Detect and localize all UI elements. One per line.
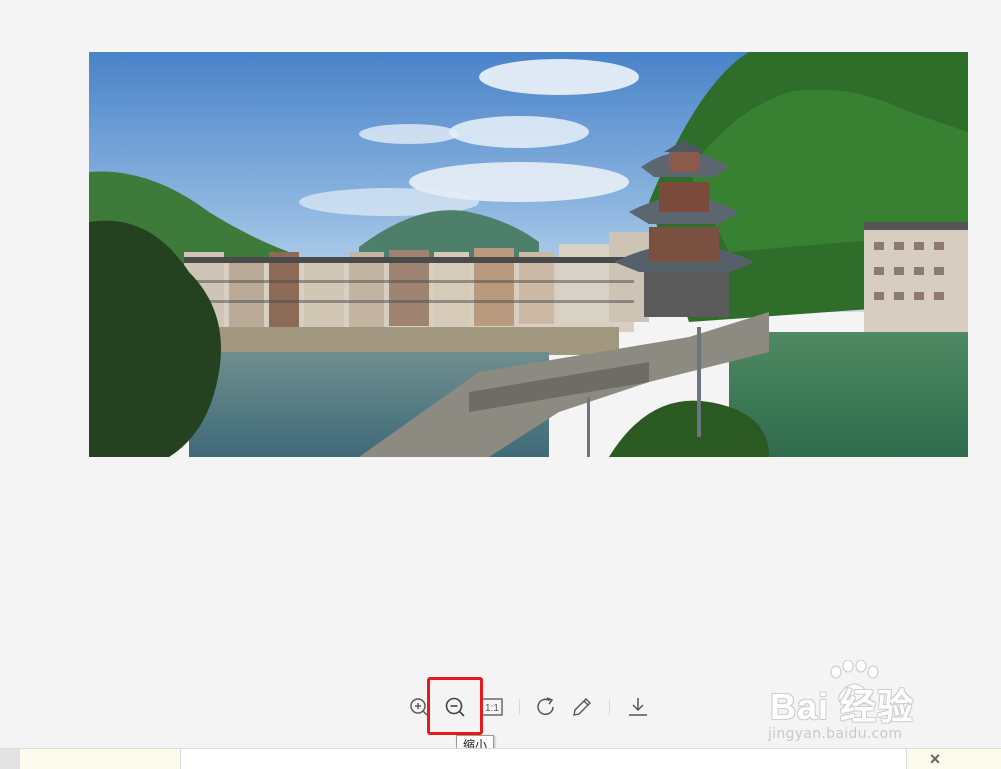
actual-size-button[interactable]: 1:1 xyxy=(475,690,509,724)
pencil-icon xyxy=(573,698,591,716)
photo-scene xyxy=(89,52,968,457)
one-to-one-icon: 1:1 xyxy=(481,698,503,716)
rotate-clockwise-icon xyxy=(537,697,554,716)
bottom-bar: × xyxy=(0,748,1001,769)
bottom-bar-input[interactable] xyxy=(181,749,907,769)
rotate-button[interactable] xyxy=(529,690,563,724)
download-button[interactable] xyxy=(621,690,655,724)
photo xyxy=(89,52,968,457)
image-viewer: 1:1 缩小 Bai 经验 jingyan.baidu.com × xyxy=(0,0,1001,769)
close-icon[interactable]: × xyxy=(925,750,945,768)
baidu-jingyan-watermark: Bai 经验 jingyan.baidu.com xyxy=(766,660,956,750)
bottom-bar-panel xyxy=(20,749,181,769)
toolbar-separator xyxy=(609,699,610,715)
zoom-in-button[interactable] xyxy=(402,690,436,724)
bottom-bar-left-block xyxy=(0,749,20,769)
viewer-toolbar: 1:1 xyxy=(402,690,662,724)
watermark-url: jingyan.baidu.com xyxy=(768,726,903,742)
download-icon xyxy=(629,698,647,716)
bottom-bar-right-panel xyxy=(907,749,1001,769)
svg-text:1:1: 1:1 xyxy=(485,703,499,714)
baidu-paw-icon xyxy=(830,660,879,705)
zoom-out-icon xyxy=(445,697,465,717)
edit-button[interactable] xyxy=(565,690,599,724)
zoom-in-icon xyxy=(410,698,428,716)
toolbar-separator xyxy=(519,699,520,715)
zoom-out-button[interactable] xyxy=(438,690,472,724)
watermark-logo-text: Bai 经验 xyxy=(770,686,915,727)
